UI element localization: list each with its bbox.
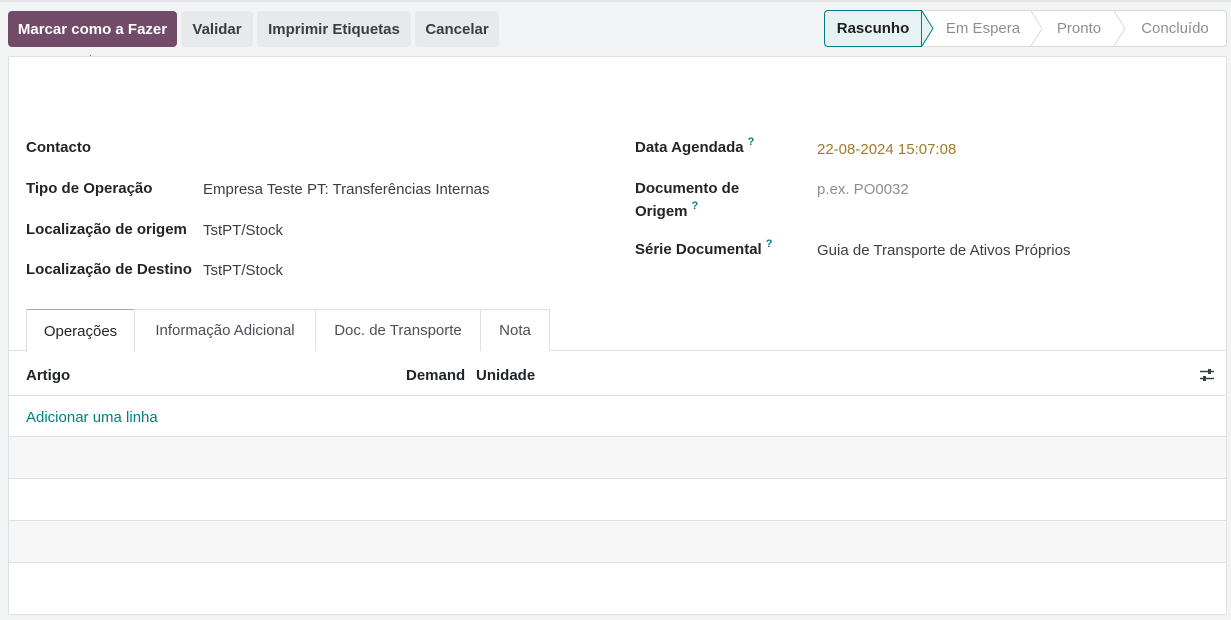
status-step-done[interactable]: Concluído (1125, 11, 1225, 46)
status-separator-icon (1031, 11, 1043, 46)
form-sheet: Contacto Tipo de Operação Empresa Teste … (8, 56, 1227, 615)
help-tooltip-icon[interactable]: ? (766, 238, 773, 250)
print-labels-button[interactable]: Imprimir Etiquetas (257, 11, 411, 47)
help-tooltip-icon[interactable]: ? (748, 136, 755, 148)
source-document-label-line2: Origem? (635, 200, 699, 220)
document-series-field[interactable]: Guia de Transporte de Ativos Próprios (817, 242, 1070, 259)
table-row (9, 437, 1226, 478)
destination-location-field[interactable]: TstPT/Stock (203, 262, 283, 279)
tab-note[interactable]: Nota (480, 309, 550, 351)
scheduled-date-label: Data Agendada? (635, 136, 755, 156)
sliders-icon[interactable] (1199, 367, 1215, 383)
mark-as-todo-button[interactable]: Marcar como a Fazer (8, 11, 177, 47)
table-row-divider (9, 562, 1226, 563)
scheduled-date-label-text: Data Agendada (635, 139, 744, 156)
table-row-divider (9, 478, 1226, 479)
contact-label: Contacto (26, 139, 91, 156)
source-location-label: Localização de origem (26, 221, 187, 238)
status-step-draft[interactable]: Rascunho (824, 10, 922, 47)
validate-button[interactable]: Validar (181, 11, 253, 47)
column-header-unit[interactable]: Unidade (476, 367, 535, 384)
column-header-product[interactable]: Artigo (26, 367, 70, 384)
column-header-demand[interactable]: Demand (406, 367, 465, 384)
status-bar: Rascunho Em Espera Pronto Concluído (824, 10, 1227, 47)
source-document-label-text: Origem (635, 203, 688, 220)
destination-location-label: Localização de Destino (26, 261, 192, 278)
document-series-label-text: Série Documental (635, 241, 762, 258)
tab-additional-info[interactable]: Informação Adicional (134, 309, 316, 351)
cancel-button[interactable]: Cancelar (415, 11, 499, 47)
scheduled-date-field[interactable]: 22-08-2024 15:07:08 (817, 141, 956, 158)
tab-transport-doc[interactable]: Doc. de Transporte (315, 309, 481, 351)
tab-operations[interactable]: Operações (26, 309, 135, 352)
document-series-label: Série Documental? (635, 238, 773, 258)
operation-type-field[interactable]: Empresa Teste PT: Transferências Interna… (203, 181, 490, 198)
top-border (0, 0, 1231, 2)
add-line-link[interactable]: Adicionar uma linha (26, 409, 158, 426)
help-tooltip-icon[interactable]: ? (692, 200, 699, 212)
table-header-divider (9, 395, 1226, 396)
status-separator-icon (922, 11, 934, 46)
status-step-waiting[interactable]: Em Espera (937, 11, 1029, 46)
table-row (9, 521, 1226, 562)
source-document-input[interactable]: p.ex. PO0032 (817, 181, 909, 198)
operation-type-label: Tipo de Operação (26, 180, 153, 197)
status-step-ready[interactable]: Pronto (1043, 11, 1115, 46)
source-document-label: Documento de (635, 180, 740, 197)
source-location-field[interactable]: TstPT/Stock (203, 222, 283, 239)
